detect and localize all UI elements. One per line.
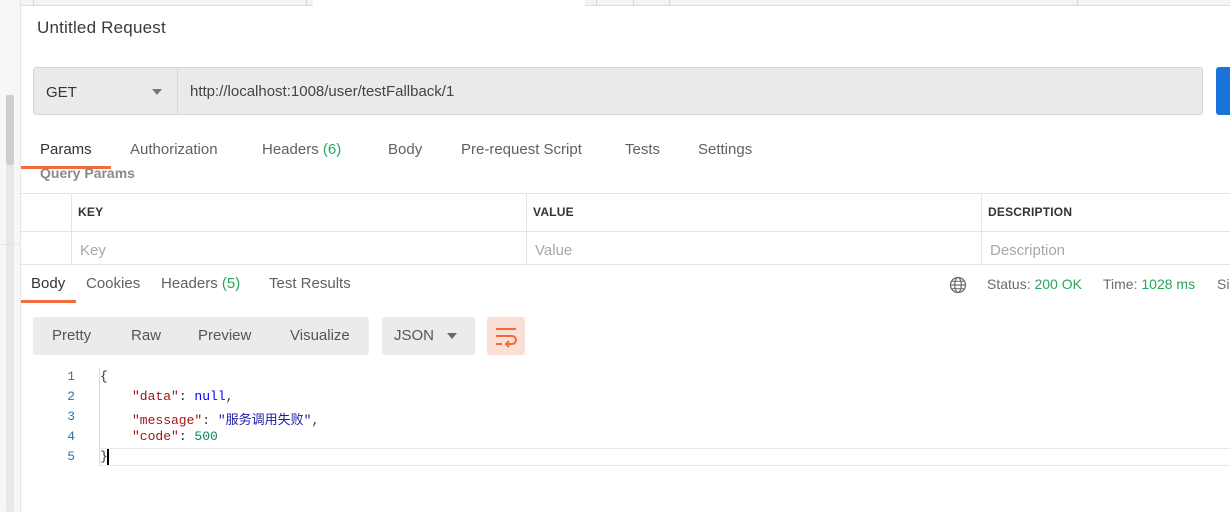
table-column-divider [981, 193, 982, 265]
json-value: "服务调用失败" [217, 413, 312, 428]
table-column-divider [71, 193, 72, 265]
code-line[interactable]: { [100, 369, 108, 384]
text-cursor [107, 449, 109, 465]
wrap-lines-button[interactable] [487, 317, 525, 355]
tab-headers-label: Headers [262, 141, 319, 158]
json-key: "data" [132, 389, 179, 404]
status-label: Status: [987, 276, 1031, 292]
sidebar-scrollbar-thumb[interactable] [6, 95, 14, 165]
response-tab-headers[interactable]: Headers (5) [161, 275, 240, 292]
tab-body[interactable]: Body [388, 141, 422, 158]
column-header-key: KEY [78, 205, 104, 219]
send-button[interactable] [1216, 67, 1230, 115]
response-tab-body[interactable]: Body [31, 275, 65, 292]
tab-pre-request-script[interactable]: Pre-request Script [461, 141, 582, 158]
line-number: 3 [67, 409, 75, 424]
response-tab-cookies[interactable]: Cookies [86, 275, 140, 292]
sidebar-divider [0, 244, 20, 245]
param-value-input[interactable]: Value [535, 242, 572, 259]
json-value: null [194, 389, 226, 404]
tab-strip-separator [669, 0, 670, 5]
table-column-divider [526, 193, 527, 265]
line-number: 5 [67, 449, 75, 464]
status-value: 200 OK [1034, 276, 1082, 292]
language-label: JSON [394, 327, 435, 344]
tab-tests[interactable]: Tests [625, 141, 660, 158]
line-number: 1 [67, 369, 75, 384]
time-label: Time: [1103, 276, 1138, 292]
url-input[interactable] [178, 67, 1203, 115]
tab-strip-separator [33, 0, 34, 5]
chevron-down-icon [152, 89, 162, 95]
pretty-button[interactable]: Pretty [52, 327, 91, 344]
response-size[interactable]: Si [1217, 276, 1229, 292]
method-label: GET [46, 84, 77, 101]
json-value: 500 [194, 429, 218, 444]
json-key: "message" [132, 413, 203, 428]
table-border [21, 264, 1230, 265]
time-value: 1028 ms [1141, 276, 1196, 292]
wrap-lines-icon [496, 328, 517, 348]
param-key-input[interactable]: Key [80, 242, 106, 259]
tab-headers[interactable]: Headers (6) [262, 141, 341, 158]
response-tab-headers-count: (5) [221, 275, 241, 292]
active-request-tab[interactable] [313, 0, 585, 6]
column-header-description: DESCRIPTION [988, 205, 1073, 219]
param-description-input[interactable]: Description [990, 242, 1065, 259]
tab-strip-separator [596, 0, 597, 5]
raw-button[interactable]: Raw [131, 327, 161, 344]
column-header-value: VALUE [533, 205, 574, 219]
tab-authorization[interactable]: Authorization [130, 141, 218, 158]
line-number: 4 [67, 429, 75, 444]
json-comma: , [311, 413, 320, 428]
code-line[interactable]: "code": 500 [132, 429, 218, 444]
chevron-down-icon [447, 333, 457, 339]
table-border [21, 193, 1230, 194]
tab-strip-separator [1077, 0, 1078, 5]
json-key: "code" [132, 429, 179, 444]
request-tab-strip[interactable] [21, 0, 1230, 6]
json-comma: , [225, 389, 234, 404]
response-tab-test-results[interactable]: Test Results [269, 275, 351, 292]
code-line[interactable]: "message": "服务调用失败", [132, 409, 319, 428]
response-status: Status: 200 OK [987, 276, 1082, 292]
active-response-tab-indicator [21, 300, 76, 303]
preview-button[interactable]: Preview [198, 327, 251, 344]
code-line[interactable]: "data": null, [132, 389, 233, 404]
response-time[interactable]: Time: 1028 ms [1103, 276, 1195, 292]
line-number: 2 [67, 389, 75, 404]
visualize-button[interactable]: Visualize [290, 327, 350, 344]
query-params-heading: Query Params [40, 165, 135, 181]
tab-params[interactable]: Params [40, 141, 92, 158]
table-border [21, 231, 1230, 232]
response-tab-headers-label: Headers [161, 275, 218, 292]
tab-settings[interactable]: Settings [698, 141, 752, 158]
current-line-highlight [100, 448, 1230, 466]
globe-icon[interactable] [949, 276, 967, 294]
tab-headers-count: (6) [322, 141, 342, 158]
request-title[interactable]: Untitled Request [37, 18, 166, 38]
tab-strip-separator [306, 0, 307, 5]
tab-strip-separator [633, 0, 634, 5]
